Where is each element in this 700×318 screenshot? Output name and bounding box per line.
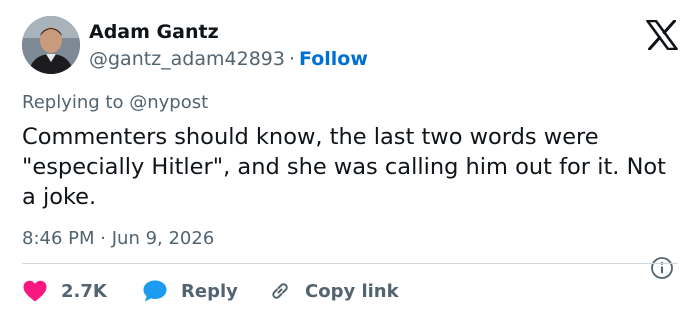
speech-bubble-icon xyxy=(143,280,167,302)
replying-to: Replying to @nypost xyxy=(22,92,208,113)
tweet-card: Adam Gantz @gantz_adam42893 · Follow Reply… xyxy=(0,0,700,318)
tweet-time: 8:46 PM xyxy=(22,228,95,249)
info-icon[interactable] xyxy=(650,256,674,280)
separator-dot: · xyxy=(288,48,296,70)
author-handle[interactable]: @gantz_adam42893 xyxy=(89,48,285,70)
like-count: 2.7K xyxy=(61,280,107,302)
replying-prefix: Replying to xyxy=(22,92,124,113)
tweet-date: Jun 9, 2026 xyxy=(111,228,215,249)
copy-link-button[interactable]: Copy link xyxy=(268,278,399,304)
reply-button[interactable]: Reply xyxy=(142,278,238,304)
reply-label: Reply xyxy=(181,280,238,302)
avatar-photo xyxy=(22,16,80,74)
author-name[interactable]: Adam Gantz xyxy=(89,21,219,43)
tweet-text: Commenters should know, the last two wor… xyxy=(22,124,667,210)
link-icon xyxy=(272,283,288,299)
timestamp[interactable]: 8:46 PM · Jun 9, 2026 xyxy=(22,228,214,249)
heart-icon xyxy=(23,280,47,302)
x-logo-icon[interactable] xyxy=(646,19,678,51)
replying-mention[interactable]: @nypost xyxy=(129,92,208,113)
follow-button[interactable]: Follow xyxy=(299,48,368,70)
separator-dot: · xyxy=(100,228,106,249)
author-handle-row: @gantz_adam42893 · Follow xyxy=(89,48,368,70)
like-button[interactable]: 2.7K xyxy=(22,278,107,304)
divider xyxy=(22,263,678,264)
copy-link-label: Copy link xyxy=(305,280,399,302)
avatar[interactable] xyxy=(22,16,80,74)
